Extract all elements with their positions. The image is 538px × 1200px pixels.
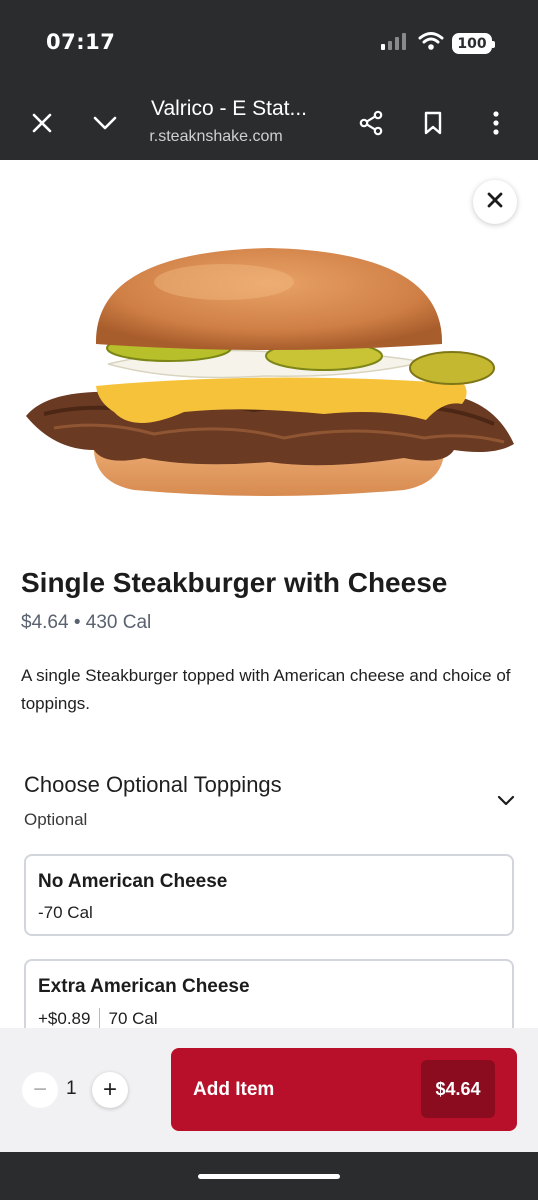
more-icon[interactable] — [479, 106, 513, 140]
status-time: 07:17 — [46, 30, 116, 54]
close-icon — [487, 192, 503, 213]
add-item-button[interactable]: Add Item $4.64 — [171, 1048, 517, 1131]
option-calories-value: 70 Cal — [108, 1009, 158, 1028]
increase-quantity-button[interactable]: + — [92, 1072, 128, 1108]
chevron-down-icon[interactable] — [88, 106, 122, 140]
toppings-section-title[interactable]: Choose Optional Toppings — [24, 772, 282, 798]
item-calories: 430 Cal — [85, 612, 152, 633]
topping-option-extra-american-cheese[interactable]: Extra American Cheese +$0.89 70 Cal — [24, 959, 514, 1028]
add-item-price: $4.64 — [421, 1060, 495, 1118]
chevron-down-icon[interactable] — [492, 788, 520, 812]
burger-image — [26, 248, 514, 496]
option-price-calories: +$0.89 70 Cal — [38, 1008, 158, 1028]
option-price: +$0.89 — [38, 1009, 91, 1028]
status-icons: 100 — [380, 31, 495, 56]
page-title[interactable]: Valrico - E Stat... — [151, 97, 307, 121]
item-detail-modal: Single Steakburger with Cheese $4.64 • 4… — [0, 160, 538, 1028]
browser-toolbar: Valrico - E Stat... r.steaknshake.com — [0, 86, 538, 160]
add-to-order-bar: − 1 + Add Item $4.64 — [0, 1028, 538, 1152]
bookmark-icon[interactable] — [416, 106, 450, 140]
home-indicator[interactable] — [198, 1174, 340, 1179]
topping-option-no-american-cheese[interactable]: No American Cheese -70 Cal — [24, 854, 514, 936]
battery-icon: 100 — [452, 33, 495, 54]
item-description: A single Steakburger topped with America… — [21, 666, 511, 713]
quantity-value: 1 — [66, 1078, 77, 1099]
item-price: $4.64 — [21, 612, 69, 633]
signal-icon — [380, 32, 410, 55]
close-icon[interactable] — [25, 106, 59, 140]
wifi-icon — [418, 31, 444, 56]
toppings-section-subtitle: Optional — [24, 810, 88, 829]
option-divider — [99, 1008, 101, 1028]
page-url[interactable]: r.steaknshake.com — [148, 128, 282, 146]
item-title: Single Steakburger with Cheese — [21, 567, 448, 598]
option-name: No American Cheese — [38, 871, 228, 892]
meta-separator: • — [73, 612, 81, 633]
option-calories: -70 Cal — [38, 903, 93, 923]
share-icon[interactable] — [354, 106, 388, 140]
item-price-calories: $4.64 • 430 Cal — [21, 612, 151, 634]
add-item-label: Add Item — [193, 1079, 275, 1100]
decrease-quantity-button[interactable]: − — [22, 1072, 58, 1108]
status-bar: 07:17 100 — [0, 0, 538, 86]
system-nav-bar — [0, 1152, 538, 1200]
option-name: Extra American Cheese — [38, 976, 250, 997]
option-calories-value: -70 Cal — [38, 903, 93, 922]
close-modal-button[interactable] — [473, 180, 517, 224]
